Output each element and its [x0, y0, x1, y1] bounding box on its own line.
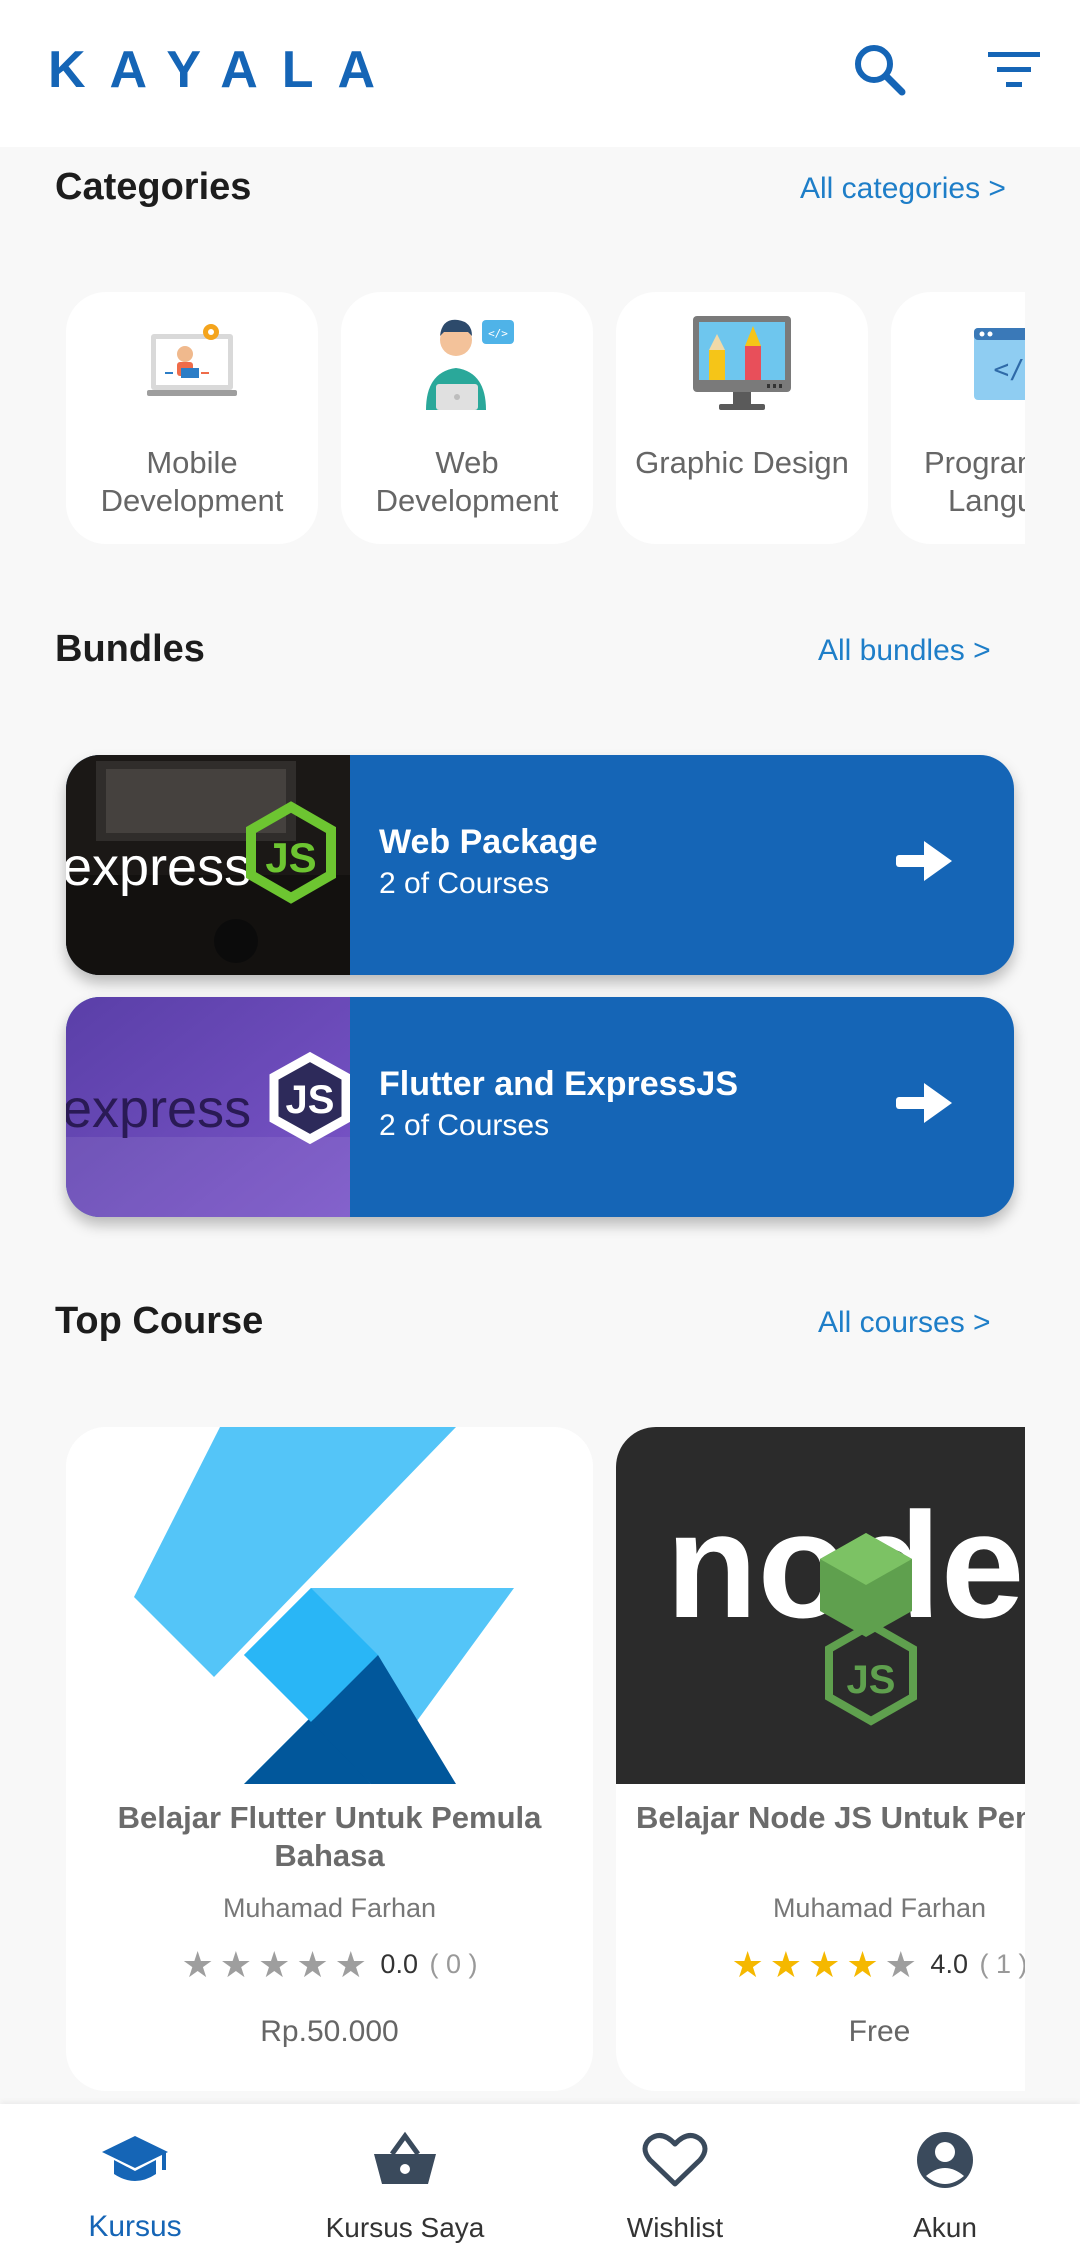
bundle-card-web-package[interactable]: express JS Web Package 2 of Courses	[66, 755, 1014, 975]
basket-icon	[374, 2131, 436, 2184]
nav-label: Akun	[913, 2212, 977, 2243]
arrow-right-icon[interactable]	[892, 1079, 956, 1127]
course-rating: ★ ★ ★ ★ ★ 0.0 ( 0 )	[66, 1947, 593, 1983]
graphic-design-icon	[693, 316, 791, 410]
bundle-image-text: express	[66, 1079, 251, 1139]
star-filled-icon: ★	[769, 1944, 803, 1985]
mobile-development-icon	[147, 324, 237, 396]
category-label: Programming Language	[923, 445, 1025, 518]
account-circle-icon	[917, 2132, 973, 2188]
star-empty-icon: ★	[884, 1944, 917, 1985]
svg-text:</>: </>	[994, 355, 1025, 385]
course-image-badge: JS	[847, 1658, 896, 1702]
star-rating: ★ ★ ★ ★ ★	[182, 1947, 373, 1983]
bundle-subtitle: 2 of Courses	[379, 1109, 550, 1142]
rating-count: ( 1 )	[979, 1949, 1025, 1979]
star-filled-icon: ★	[846, 1944, 879, 1985]
all-categories-link[interactable]: All categories >	[800, 172, 1006, 206]
bundle-image-badge: JS	[265, 834, 316, 881]
star-rating: ★ ★ ★ ★ ★	[732, 1947, 923, 1983]
bundle-thumbnail: express JS	[66, 755, 350, 975]
course-title: Belajar Flutter Untuk Pemula Bahasa	[117, 1800, 542, 1873]
course-price: Rp.50.000	[260, 2015, 399, 2048]
all-bundles-link[interactable]: All bundles >	[818, 634, 991, 668]
bundle-image-text: express	[66, 837, 251, 897]
category-card-mobile-development[interactable]: Mobile Development	[66, 292, 318, 544]
filter-icon[interactable]	[982, 38, 1046, 102]
flutter-logo	[66, 1427, 593, 1784]
app-header: KAYALA	[0, 0, 1080, 147]
top-course-title: Top Course	[55, 1300, 264, 1342]
nav-item-wishlist[interactable]: Wishlist	[540, 2104, 810, 2257]
category-card-programming-language[interactable]: </> Programming Language	[891, 292, 1025, 544]
star-empty-icon: ★	[334, 1944, 367, 1985]
nav-item-kursus-saya[interactable]: Kursus Saya	[270, 2104, 540, 2257]
svg-text:</>: </>	[488, 327, 508, 340]
rating-count: ( 0 )	[429, 1949, 478, 1979]
rating-value: 4.0	[930, 1949, 968, 1979]
bottom-navigation: Kursus Kursus Saya Wishlist Akun	[0, 2104, 1080, 2257]
star-filled-icon: ★	[808, 1944, 841, 1985]
programming-language-icon: </>	[974, 328, 1025, 400]
app-logo: KAYALA	[48, 41, 400, 99]
star-filled-icon: ★	[731, 1944, 764, 1985]
star-empty-icon: ★	[219, 1944, 253, 1985]
arrow-right-icon[interactable]	[892, 837, 956, 885]
all-courses-link[interactable]: All courses >	[818, 1306, 991, 1340]
graduation-cap-icon	[102, 2136, 168, 2181]
categories-list: Mobile Development </> Web Development G…	[66, 292, 1025, 548]
category-label: Graphic Design	[635, 445, 849, 480]
star-empty-icon: ★	[296, 1944, 329, 1985]
course-price: Free	[848, 2015, 911, 2048]
star-empty-icon: ★	[181, 1944, 214, 1985]
nav-item-akun[interactable]: Akun	[810, 2104, 1080, 2257]
bundle-image-badge: JS	[286, 1078, 335, 1122]
category-label: Web Development	[375, 445, 559, 518]
nodejs-logo: node JS	[616, 1427, 1025, 1784]
bundle-title: Web Package	[379, 823, 598, 861]
course-card[interactable]: node JS Belajar Node JS Untuk Pemula Bah…	[616, 1427, 1025, 2091]
nav-item-kursus[interactable]: Kursus	[0, 2104, 270, 2257]
search-icon[interactable]	[848, 38, 912, 102]
nav-label: Kursus Saya	[325, 2212, 485, 2243]
nav-label: Kursus	[88, 2210, 182, 2243]
heart-icon	[642, 2132, 708, 2187]
category-label: Mobile Development	[100, 445, 284, 518]
category-card-graphic-design[interactable]: Graphic Design	[616, 292, 868, 544]
bundle-subtitle: 2 of Courses	[379, 867, 550, 900]
bundle-thumbnail: express JS	[66, 997, 350, 1217]
top-course-list: Belajar Flutter Untuk Pemula Bahasa Muha…	[66, 1427, 1025, 2093]
rating-value: 0.0	[380, 1949, 418, 1979]
course-author: Muhamad Farhan	[222, 1893, 437, 1923]
bundles-title: Bundles	[55, 628, 205, 670]
course-rating: ★ ★ ★ ★ ★ 4.0 ( 1 )	[616, 1947, 1026, 1983]
web-development-icon: </>	[426, 319, 514, 410]
course-card[interactable]: Belajar Flutter Untuk Pemula Bahasa Muha…	[66, 1427, 593, 2091]
bundle-card-flutter-expressjs[interactable]: express JS Flutter and ExpressJS 2 of Co…	[66, 997, 1014, 1217]
course-title: Belajar Node JS Untuk Pemula Bahasa	[636, 1800, 1025, 1835]
categories-title: Categories	[55, 166, 252, 208]
bundle-title: Flutter and ExpressJS	[379, 1065, 739, 1103]
star-empty-icon: ★	[258, 1944, 291, 1985]
nav-label: Wishlist	[626, 2212, 724, 2243]
course-author: Muhamad Farhan	[772, 1893, 987, 1923]
category-card-web-development[interactable]: </> Web Development	[341, 292, 593, 544]
